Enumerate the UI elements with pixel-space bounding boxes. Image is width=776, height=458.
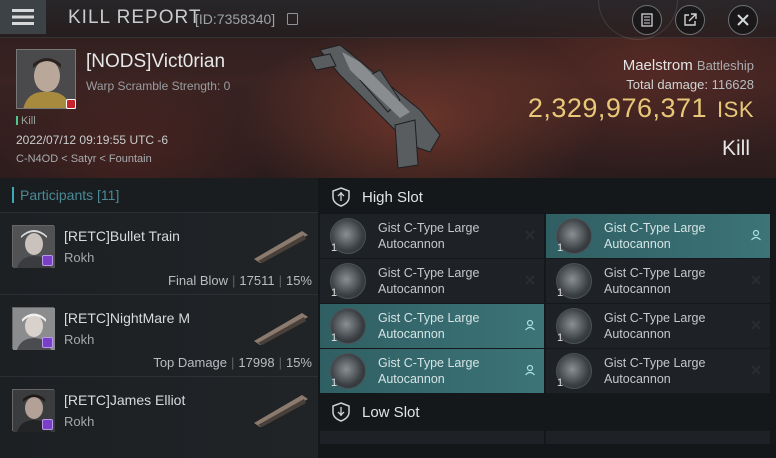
stat-label: Top Damage [153,355,228,370]
low-slot-header: Low Slot [320,395,776,429]
total-damage-label: Total damage: [626,77,708,92]
standing-badge [66,99,76,109]
module-quantity: 1 [331,332,338,344]
participant-stats: Top Damage | 17998 | 15% [153,355,312,370]
fitting-panel: High Slot 1 Gist C-Type Large Autocannon… [320,178,776,444]
kill-datetime: 2022/07/12 09:19:55 UTC -6 [16,133,169,147]
module-item[interactable]: 1 Gist C-Type Large Autocannon [546,304,770,348]
destroyed-icon [750,274,762,286]
module-name: Gist C-Type Large Autocannon [604,311,706,341]
high-slot-label: High Slot [362,188,423,206]
ship-icon [254,395,308,427]
alliance-badge [42,255,53,266]
module-name: Gist C-Type Large Autocannon [378,266,480,296]
module-item[interactable]: 1 Gist C-Type Large Autocannon [320,304,544,348]
module-item[interactable]: 1 Gist C-Type Large Autocannon [546,349,770,393]
ship-class: Battleship [696,58,754,73]
isk-value-line: 2,329,976,371 ISK [528,93,754,124]
module-item-partial[interactable] [320,431,544,444]
module-name: Gist C-Type Large Autocannon [604,221,706,251]
ship-icon [254,231,308,263]
dropped-icon [750,229,762,241]
isk-unit: ISK [717,97,754,122]
module-item[interactable]: 1 Gist C-Type Large Autocannon [320,349,544,393]
destroyed-icon [524,229,536,241]
dropped-icon [524,319,536,331]
damage-value: 17998 [238,355,275,370]
module-item-partial[interactable] [546,431,770,444]
module-name: Gist C-Type Large Autocannon [604,356,706,386]
module-item[interactable]: 1 Gist C-Type Large Autocannon [320,259,544,303]
page-title: KILL REPORT [68,7,202,28]
participant-row[interactable]: [RETC]Bullet Train Rokh Final Blow | 17511… [0,212,318,294]
copy-icon[interactable] [287,13,298,25]
document-icon [641,13,653,27]
destroyed-icon [750,364,762,376]
module-quantity: 1 [331,242,338,254]
module-quantity: 1 [557,332,564,344]
dropped-icon [524,364,536,376]
module-quantity: 1 [331,287,338,299]
total-damage-value: 116628 [711,77,754,92]
damage-percent: 15% [285,355,312,370]
participant-row[interactable]: [RETC]NightMare M Rokh Top Damage | 17998 |… [0,294,318,376]
share-button[interactable] [675,5,705,35]
module-quantity: 1 [557,287,564,299]
destroyed-icon [524,274,536,286]
module-item[interactable]: 1 Gist C-Type Large Autocannon [320,214,544,258]
participant-name[interactable]: [RETC]James Elliot [64,392,185,408]
module-quantity: 1 [331,377,338,389]
participant-row[interactable]: [RETC]James Elliot Rokh [0,376,318,458]
ship-image [309,44,441,169]
participants-label: Participants [20,187,94,203]
external-link-icon [684,13,697,26]
participant-name[interactable]: [RETC]Bullet Train [64,228,180,244]
module-name: Gist C-Type Large Autocannon [604,266,706,296]
high-slot-header: High Slot [320,180,776,214]
destroyed-icon [750,319,762,331]
module-quantity: 1 [557,242,564,254]
shield-slot-icon [332,187,350,207]
notes-button[interactable] [632,5,662,35]
module-name: Gist C-Type Large Autocannon [378,356,480,386]
participants-panel: Participants [11] [RETC]Bullet Train Rok… [0,178,318,458]
low-slot-label: Low Slot [362,403,420,421]
hamburger-icon [12,9,34,25]
ship-name-line[interactable]: Maelstrom Battleship [623,57,754,74]
participants-count: [11] [97,187,120,203]
alliance-badge [42,337,53,348]
warp-scramble-strength: Warp Scramble Strength: 0 [86,79,231,93]
stat-label: Final Blow [168,273,228,288]
damage-percent: 15% [285,273,312,288]
kill-id: [ID:7358340] [195,11,276,27]
close-icon [737,14,749,26]
kill-tag: Kill [16,115,36,127]
menu-button[interactable] [0,0,46,34]
participant-ship: Rokh [64,250,95,265]
participant-ship: Rokh [64,332,95,347]
participants-header[interactable]: Participants [11] [0,178,318,212]
shield-slot-icon [332,402,350,422]
module-name: Gist C-Type Large Autocannon [378,311,480,341]
damage-value: 17511 [239,273,275,288]
participant-name[interactable]: [RETC]NightMare M [64,310,190,326]
alliance-badge [42,419,53,430]
module-quantity: 1 [557,377,564,389]
ship-name: Maelstrom [622,57,693,74]
ship-icon [254,313,308,345]
module-name: Gist C-Type Large Autocannon [378,221,480,251]
kill-result: Kill [721,137,750,160]
module-item[interactable]: 1 Gist C-Type Large Autocannon [546,214,770,258]
victim-name[interactable]: [NODS]Vict0rian [86,51,225,73]
participant-ship: Rokh [64,414,95,429]
kill-location[interactable]: C-N4OD < Satyr < Fountain [16,153,152,165]
isk-value: 2,329,976,371 [527,93,708,123]
participant-stats: Final Blow | 17511 | 15% [168,273,312,288]
close-button[interactable] [728,5,758,35]
total-damage: Total damage: 116628 [626,77,754,92]
module-item[interactable]: 1 Gist C-Type Large Autocannon [546,259,770,303]
